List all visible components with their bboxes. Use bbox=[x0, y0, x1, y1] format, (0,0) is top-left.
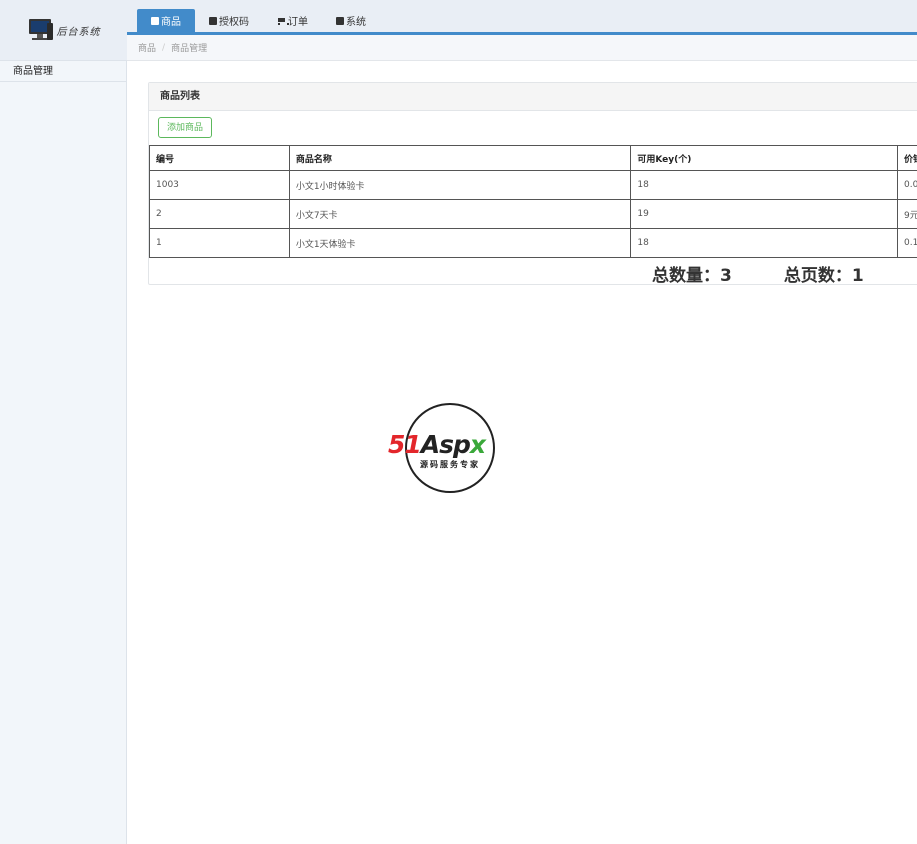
tab-orders[interactable]: 订单 bbox=[263, 9, 322, 32]
cell-price: 0.0 bbox=[897, 170, 917, 200]
breadcrumb-item-current: 商品管理 bbox=[171, 44, 208, 54]
tab-label: 订单 bbox=[288, 17, 308, 28]
table-row[interactable]: 1 小文1天体验卡 18 0.1 bbox=[149, 228, 917, 258]
column-header-price: 价钱 bbox=[897, 145, 917, 171]
column-header-id: 编号 bbox=[149, 145, 290, 171]
tab-system[interactable]: 系统 bbox=[322, 9, 380, 32]
watermark-logo: 51Aspx 源码服务专家 bbox=[386, 402, 512, 494]
cell-id: 1 bbox=[149, 228, 290, 258]
breadcrumb-separator: / bbox=[162, 42, 166, 53]
column-header-keys: 可用Key(个) bbox=[630, 145, 898, 171]
product-table: 编号 商品名称 可用Key(个) 价钱 1003 小文1小时体验卡 18 0.0… bbox=[149, 145, 917, 258]
product-list-panel: 商品列表 添加商品 编号 商品名称 可用Key(个) 价钱 1003 小文1小时… bbox=[148, 82, 917, 286]
add-product-button[interactable]: 添加商品 bbox=[158, 117, 213, 138]
total-count: 总数量：3 bbox=[652, 266, 732, 286]
table-header-row: 编号 商品名称 可用Key(个) 价钱 bbox=[149, 145, 917, 171]
cell-keys: 18 bbox=[630, 228, 898, 258]
tab-auth-codes[interactable]: 授权码 bbox=[195, 9, 263, 32]
cell-price: 0.1 bbox=[897, 228, 917, 258]
cell-keys: 19 bbox=[630, 199, 898, 229]
sidebar-item-label: 商品管理 bbox=[13, 66, 53, 77]
app-logo[interactable]: 后台系统 bbox=[0, 0, 127, 60]
tab-label: 授权码 bbox=[219, 17, 249, 28]
table-row[interactable]: 2 小文7天卡 19 9元 bbox=[149, 199, 917, 229]
cell-id: 1003 bbox=[149, 170, 290, 200]
tab-label: 系统 bbox=[346, 17, 366, 28]
tab-label: 商品 bbox=[161, 17, 181, 28]
cell-price: 9元 bbox=[897, 199, 917, 229]
total-pages: 总页数：1 bbox=[783, 266, 864, 286]
watermark-brand: 51Aspx bbox=[388, 430, 486, 459]
sidebar: 商品管理 bbox=[0, 60, 127, 844]
document-icon bbox=[151, 16, 159, 25]
table-row[interactable]: 1003 小文1小时体验卡 18 0.0 bbox=[149, 170, 917, 200]
panel-title: 商品列表 bbox=[149, 83, 917, 111]
breadcrumb: 商品 / 商品管理 bbox=[127, 35, 917, 61]
document-icon bbox=[336, 16, 344, 25]
cell-name: 小文1小时体验卡 bbox=[288, 170, 632, 200]
column-header-name: 商品名称 bbox=[288, 145, 632, 171]
cell-id: 2 bbox=[149, 199, 290, 229]
cell-keys: 18 bbox=[630, 170, 898, 200]
logo-text: 后台系统 bbox=[56, 26, 101, 38]
cart-icon bbox=[277, 17, 289, 25]
watermark-subtitle: 源码服务专家 bbox=[420, 460, 480, 469]
cell-name: 小文1天体验卡 bbox=[288, 228, 632, 258]
monitor-icon bbox=[27, 19, 53, 41]
top-nav-tabs: 商品 授权码 订单 系统 bbox=[137, 9, 380, 32]
breadcrumb-item[interactable]: 商品 bbox=[138, 41, 156, 54]
pagination-summary: 总数量：3 总页数：1 bbox=[652, 261, 864, 286]
sidebar-item-product-management[interactable]: 商品管理 bbox=[0, 60, 126, 82]
cell-name: 小文7天卡 bbox=[288, 199, 632, 229]
tab-products[interactable]: 商品 bbox=[137, 9, 195, 32]
document-icon bbox=[209, 16, 217, 25]
